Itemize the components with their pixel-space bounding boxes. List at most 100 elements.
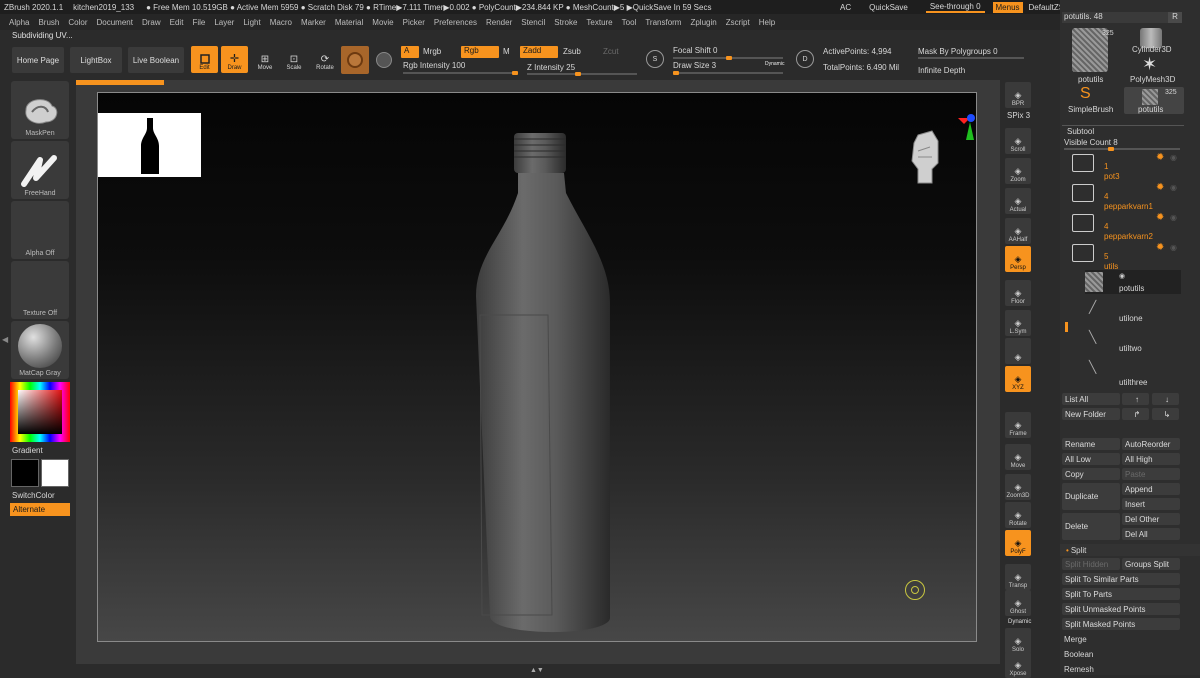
menu-item-help[interactable]: Help <box>759 18 775 27</box>
menu-item-layer[interactable]: Layer <box>214 18 234 27</box>
append-button[interactable]: Append <box>1122 483 1180 495</box>
eye-icon[interactable]: ◉ <box>1170 213 1177 222</box>
zsub-button[interactable]: Zsub <box>563 47 581 56</box>
eye-icon[interactable]: ◉ <box>1170 183 1177 192</box>
menu-item-stroke[interactable]: Stroke <box>554 18 577 27</box>
edit-button[interactable]: Edit <box>191 46 218 73</box>
menu-item-tool[interactable]: Tool <box>622 18 637 27</box>
gear-icon[interactable]: ✹ <box>1156 242 1164 253</box>
zadd-button[interactable]: Zadd <box>520 46 558 58</box>
z-intensity-slider[interactable]: Z Intensity 25 <box>527 63 575 72</box>
menu-item-movie[interactable]: Movie <box>372 18 393 27</box>
menu-item-stencil[interactable]: Stencil <box>521 18 545 27</box>
list-all-button[interactable]: List All <box>1062 393 1120 405</box>
alpha-tile[interactable]: Alpha Off <box>11 201 69 259</box>
menu-item-file[interactable]: File <box>192 18 205 27</box>
eye-icon[interactable]: ◉ <box>1119 272 1125 280</box>
view-tool-l.sym[interactable]: ◈ L.Sym <box>1005 310 1031 336</box>
subtool-row-utiltwo[interactable]: ╲ utiltwo <box>1085 330 1181 356</box>
view-tool-persp[interactable]: ◈ Persp <box>1005 246 1031 272</box>
view-tool-polyf[interactable]: ◈ PolyF <box>1005 530 1031 556</box>
maskpen-brush-tile[interactable]: MaskPen <box>11 81 69 139</box>
menus-button[interactable]: Menus <box>992 1 1023 13</box>
material-swatch[interactable] <box>341 46 369 74</box>
menu-item-marker[interactable]: Marker <box>301 18 326 27</box>
move-down-arrow-icon[interactable]: ↓ <box>1152 393 1179 405</box>
dynamic-toggle[interactable]: Dynamic <box>765 61 784 67</box>
freehand-stroke-tile[interactable]: FreeHand <box>11 141 69 199</box>
menu-item-brush[interactable]: Brush <box>38 18 59 27</box>
move-button[interactable]: ⊞ Move <box>253 46 277 73</box>
menu-item-render[interactable]: Render <box>486 18 512 27</box>
view-tool-floor[interactable]: ◈ Floor <box>1005 280 1031 306</box>
menu-item-zscript[interactable]: Zscript <box>726 18 750 27</box>
potutils-slider[interactable]: potutils. 48 <box>1062 12 1180 23</box>
menu-item-preferences[interactable]: Preferences <box>434 18 477 27</box>
split-section-header[interactable]: • Split <box>1060 544 1200 556</box>
stroke-d-icon[interactable]: D <box>796 50 814 68</box>
texture-tile[interactable]: Texture Off <box>11 261 69 319</box>
infinite-depth-button[interactable]: Infinite Depth <box>918 66 965 75</box>
m-button[interactable]: M <box>503 47 510 56</box>
del-other-button[interactable]: Del Other <box>1122 513 1180 525</box>
eye-icon[interactable]: ◉ <box>1170 243 1177 252</box>
move-up-arrow-icon[interactable]: ↑ <box>1122 393 1149 405</box>
view-tool-rotate[interactable]: ◈ Rotate <box>1005 502 1031 528</box>
subtool-folder-pepparkvarn1[interactable]: 4 pepparkvarn1 ✹ ◉ <box>1064 182 1182 211</box>
copy-button[interactable]: Copy <box>1062 468 1120 480</box>
eye-icon[interactable]: ◉ <box>1170 153 1177 162</box>
polymesh3d-star-icon[interactable]: ✶ <box>1142 55 1157 73</box>
view-tool-scroll[interactable]: ◈ Scroll <box>1005 128 1031 154</box>
view-tool-zoom[interactable]: ◈ Zoom <box>1005 158 1031 184</box>
subtool-header[interactable]: Subtool <box>1067 127 1094 136</box>
zcut-button[interactable]: Zcut <box>603 47 619 56</box>
a-button[interactable]: A <box>401 46 419 58</box>
lightbox-button[interactable]: LightBox <box>70 47 122 73</box>
live-boolean-button[interactable]: Live Boolean <box>128 47 184 73</box>
menu-item-transform[interactable]: Transform <box>645 18 681 27</box>
move-left-icon[interactable]: ↳ <box>1152 408 1179 420</box>
view-tool-xpose[interactable]: ◈ Xpose <box>1005 652 1031 678</box>
view-tool-xyz[interactable]: ◈ XYZ <box>1005 366 1031 392</box>
mask-polygroups-track[interactable] <box>918 57 1024 59</box>
view-tool-ghost[interactable]: ◈ Ghost <box>1005 590 1031 616</box>
view-tool-actual[interactable]: ◈ Actual <box>1005 188 1031 214</box>
color-picker[interactable] <box>10 382 70 442</box>
gradient-label[interactable]: Gradient <box>12 446 43 455</box>
panel-scroll-marker[interactable] <box>1065 322 1068 332</box>
draw-size-track[interactable] <box>673 72 783 74</box>
stroke-s-icon[interactable]: S <box>646 50 664 68</box>
view-tool-bpr[interactable]: ◈ BPR <box>1005 82 1031 108</box>
draw-button[interactable]: ✛ Draw <box>221 46 248 73</box>
scale-button[interactable]: ⊡ Scale <box>282 46 306 73</box>
delete-button[interactable]: Delete <box>1062 513 1120 540</box>
ac-button[interactable]: AC <box>840 3 851 12</box>
subtool-row-utilone[interactable]: ╱ utilone <box>1085 300 1181 326</box>
new-folder-button[interactable]: New Folder <box>1062 408 1120 420</box>
split-masked-points-button[interactable]: Split Masked Points <box>1062 618 1180 630</box>
texture-sphere-icon[interactable] <box>376 52 392 68</box>
visible-count-handle[interactable] <box>1108 147 1114 151</box>
menu-item-texture[interactable]: Texture <box>586 18 612 27</box>
autoreorder-button[interactable]: AutoReorder <box>1122 438 1180 450</box>
all-low-button[interactable]: All Low <box>1062 453 1120 465</box>
duplicate-button[interactable]: Duplicate <box>1062 483 1120 510</box>
view-tool-move[interactable]: ◈ Move <box>1005 444 1031 470</box>
subtool-row-potutils[interactable]: ◉ potutils <box>1085 270 1181 294</box>
alternate-button[interactable]: Alternate <box>10 503 70 516</box>
groups-split-button[interactable]: Groups Split <box>1122 558 1180 570</box>
remesh-section[interactable]: Remesh <box>1064 665 1094 674</box>
gear-icon[interactable]: ✹ <box>1156 182 1164 193</box>
secondary-color-swatch[interactable] <box>41 459 69 487</box>
view-tool-transp[interactable]: ◈ Transp <box>1005 564 1031 590</box>
mask-by-polygroups-slider[interactable]: Mask By Polygroups 0 <box>918 47 998 56</box>
left-shelf-collapse-icon[interactable]: ◀ <box>2 335 8 344</box>
z-intensity-track[interactable] <box>527 73 637 75</box>
gear-icon[interactable]: ✹ <box>1156 212 1164 223</box>
rgb-intensity-slider[interactable]: Rgb Intensity 100 <box>403 61 465 70</box>
subtool-row-utilthree[interactable]: ╲ utilthree <box>1085 360 1181 388</box>
menu-item-color[interactable]: Color <box>68 18 87 27</box>
r-button[interactable]: R <box>1168 12 1182 23</box>
spix-slider[interactable]: SPix 3 <box>1007 111 1030 120</box>
view-tool-lock[interactable]: ◈ <box>1005 338 1031 364</box>
